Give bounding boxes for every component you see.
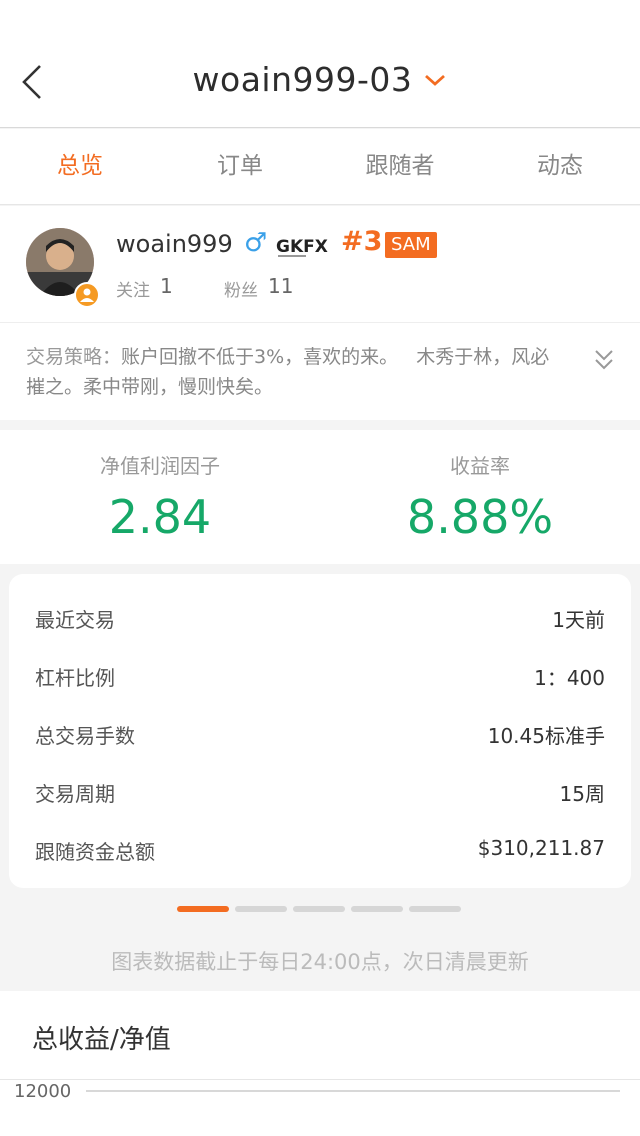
rank-label: #3	[341, 226, 383, 257]
pager-indicator[interactable]	[351, 906, 403, 912]
tab-overview[interactable]: 总览	[0, 129, 160, 204]
detail-key: 交易周期	[35, 782, 115, 806]
male-gender-icon: ♂	[244, 228, 268, 258]
account-details-card[interactable]: 最近交易 1天前 杠杆比例 1：400 总交易手数 10.45标准手 交易周期 …	[9, 574, 631, 888]
verified-badge-icon	[74, 282, 100, 308]
detail-row-total-lots: 总交易手数 10.45标准手	[35, 702, 605, 760]
pager-indicator[interactable]	[409, 906, 461, 912]
sam-badge: SAM	[385, 232, 437, 258]
tab-orders[interactable]: 订单	[160, 129, 320, 204]
strategy-description: 交易策略：账户回撤不低于3%，喜欢的来。 木秀于林，风必摧之。柔中带刚，慢则快矣…	[26, 342, 566, 402]
detail-row-last-trade: 最近交易 1天前	[35, 586, 605, 644]
expand-double-chevron-icon[interactable]	[592, 347, 616, 373]
tab-bar: 总览 订单 跟随者 动态	[0, 129, 640, 205]
detail-key: 总交易手数	[35, 724, 135, 748]
detail-row-follow-funds: 跟随资金总额 $310,211.87	[35, 818, 605, 876]
account-title-selector[interactable]: woain999-03	[0, 60, 640, 99]
profile-header: woain999 ♂ GKFX #3 SAM 关注 1 粉丝 11	[0, 206, 640, 322]
top-navigation-bar: woain999-03	[0, 0, 640, 128]
card-pager	[177, 906, 461, 912]
data-update-note: 图表数据截止于每日24:00点，次日清晨更新	[111, 950, 529, 974]
strategy-label: 交易策略：	[26, 346, 122, 368]
pager-indicator[interactable]	[293, 906, 345, 912]
username[interactable]: woain999	[116, 230, 233, 258]
fans-label: 粉丝	[224, 281, 258, 301]
fans-count[interactable]: 11	[268, 274, 293, 298]
detail-key: 跟随资金总额	[35, 840, 155, 864]
broker-logo-icon: GKFX	[276, 233, 330, 259]
return-rate-value: 8.88%	[406, 490, 554, 544]
equity-chart-section: 总收益/净值 12000	[0, 991, 640, 1136]
detail-row-leverage: 杠杆比例 1：400	[35, 644, 605, 702]
tab-followers[interactable]: 跟随者	[320, 129, 480, 204]
detail-value: $310,211.87	[477, 836, 605, 860]
detail-key: 最近交易	[35, 608, 115, 632]
chart-title: 总收益/净值	[32, 1025, 171, 1055]
detail-value: 1：400	[534, 666, 605, 690]
tab-activity[interactable]: 动态	[480, 129, 640, 204]
detail-value: 1天前	[552, 608, 605, 632]
svg-text:GKFX: GKFX	[276, 237, 328, 257]
return-rate-label: 收益率	[450, 454, 510, 478]
detail-value: 10.45标准手	[487, 724, 605, 748]
profit-factor-label: 净值利润因子	[100, 454, 220, 478]
chevron-down-icon[interactable]	[423, 71, 447, 89]
page-title: woain999-03	[192, 60, 413, 99]
detail-row-trading-period: 交易周期 15周	[35, 760, 605, 818]
following-count[interactable]: 1	[160, 274, 173, 298]
equity-chart[interactable]: 12000	[0, 1080, 640, 1136]
pager-indicator[interactable]	[177, 906, 229, 912]
detail-key: 杠杆比例	[35, 666, 115, 690]
pager-indicator[interactable]	[235, 906, 287, 912]
key-stats: 净值利润因子 2.84 收益率 8.88%	[0, 430, 640, 564]
y-tick-label: 12000	[14, 1081, 71, 1102]
following-label: 关注	[116, 281, 150, 301]
strategy-section: 交易策略：账户回撤不低于3%，喜欢的来。 木秀于林，风必摧之。柔中带刚，慢则快矣…	[0, 322, 640, 420]
detail-value: 15周	[559, 782, 605, 806]
profit-factor-value: 2.84	[108, 490, 212, 544]
